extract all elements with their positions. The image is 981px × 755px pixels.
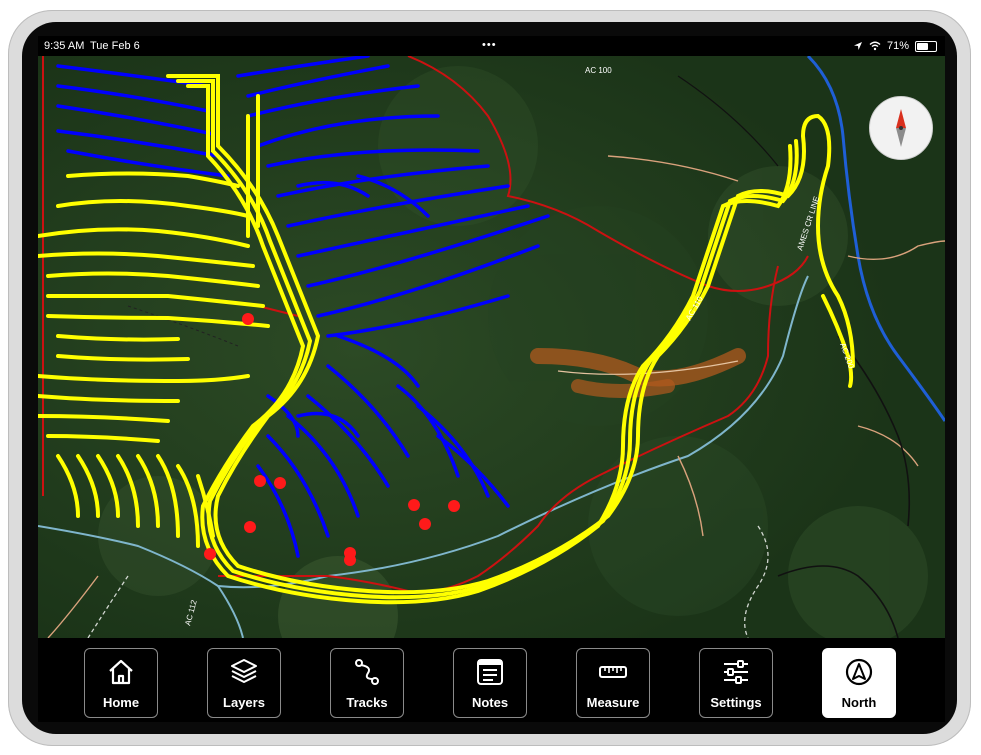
ruler-icon — [599, 666, 627, 678]
notes-label: Notes — [471, 695, 509, 710]
map-marker[interactable] — [448, 500, 460, 512]
wifi-icon — [869, 41, 881, 51]
bottom-toolbar: Home Layers Tracks Notes Measure Setting… — [38, 638, 945, 722]
tracks-button[interactable]: Tracks — [330, 648, 404, 718]
app-screen: 9:35 AM Tue Feb 6 ••• 71% AC 100 AC 110 … — [38, 36, 945, 722]
satellite-map[interactable]: AC 100 AC 110 AMES CR LINE AC 200 AC 112 — [38, 54, 945, 676]
map-marker[interactable] — [204, 548, 216, 560]
compass-button[interactable] — [869, 96, 933, 160]
status-date: Tue Feb 6 — [90, 40, 140, 52]
status-right: 71% — [853, 40, 937, 52]
status-bar: 9:35 AM Tue Feb 6 ••• 71% — [38, 36, 945, 56]
map-marker[interactable] — [274, 477, 286, 489]
settings-label: Settings — [710, 695, 762, 710]
home-button[interactable]: Home — [84, 648, 158, 718]
north-label: North — [841, 695, 877, 710]
compass-needle-icon — [896, 109, 906, 147]
battery-fill — [917, 42, 928, 50]
orange-zone — [571, 379, 675, 398]
notes-button[interactable]: Notes — [453, 648, 527, 718]
map-canvas[interactable]: AC 100 AC 110 AMES CR LINE AC 200 AC 112 — [38, 54, 945, 676]
layers-button[interactable]: Layers — [207, 648, 281, 718]
north-button[interactable]: North — [822, 648, 896, 718]
sliders-icon — [724, 660, 748, 684]
map-marker[interactable] — [344, 554, 356, 566]
settings-button[interactable]: Settings — [699, 648, 773, 718]
north-arrow-icon — [845, 658, 873, 686]
home-label: Home — [102, 695, 140, 710]
route-icon — [355, 659, 379, 685]
measure-button[interactable]: Measure — [576, 648, 650, 718]
location-arrow-icon — [853, 42, 862, 50]
layers-label: Layers — [223, 695, 265, 710]
battery-percent: 71% — [886, 40, 909, 52]
status-time: 9:35 AM — [44, 40, 85, 52]
map-marker[interactable] — [254, 475, 266, 487]
measure-label: Measure — [586, 695, 640, 710]
map-marker[interactable] — [244, 521, 256, 533]
map-marker[interactable] — [419, 518, 431, 530]
tracks-label: Tracks — [346, 695, 388, 710]
layers-icon — [231, 659, 257, 683]
notes-icon — [477, 659, 503, 685]
multitasking-dots[interactable]: ••• — [482, 39, 497, 51]
house-icon — [109, 659, 133, 685]
road-label: AC 100 — [585, 66, 612, 75]
battery-icon — [915, 40, 937, 52]
map-marker[interactable] — [408, 499, 420, 511]
map-marker[interactable] — [242, 313, 254, 325]
